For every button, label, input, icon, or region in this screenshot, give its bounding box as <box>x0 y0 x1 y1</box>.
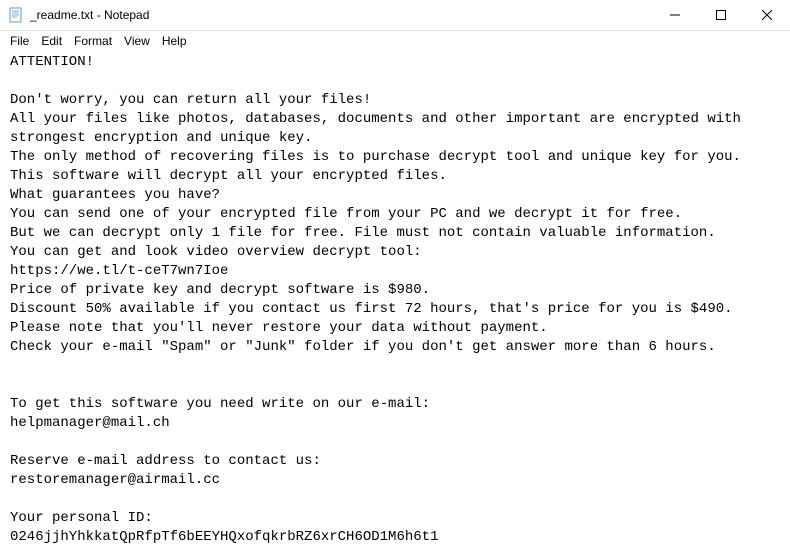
menu-file[interactable]: File <box>4 32 35 50</box>
menu-format[interactable]: Format <box>68 32 118 50</box>
close-button[interactable] <box>744 0 790 30</box>
window-title: _readme.txt - Notepad <box>30 8 652 22</box>
menu-edit[interactable]: Edit <box>35 32 68 50</box>
window-controls <box>652 0 790 30</box>
titlebar: _readme.txt - Notepad <box>0 0 790 31</box>
maximize-button[interactable] <box>698 0 744 30</box>
notepad-icon <box>8 7 24 23</box>
menu-view[interactable]: View <box>118 32 156 50</box>
minimize-button[interactable] <box>652 0 698 30</box>
text-content[interactable]: ATTENTION! Don't worry, you can return a… <box>0 51 790 548</box>
menu-help[interactable]: Help <box>156 32 193 50</box>
menubar: File Edit Format View Help <box>0 31 790 51</box>
